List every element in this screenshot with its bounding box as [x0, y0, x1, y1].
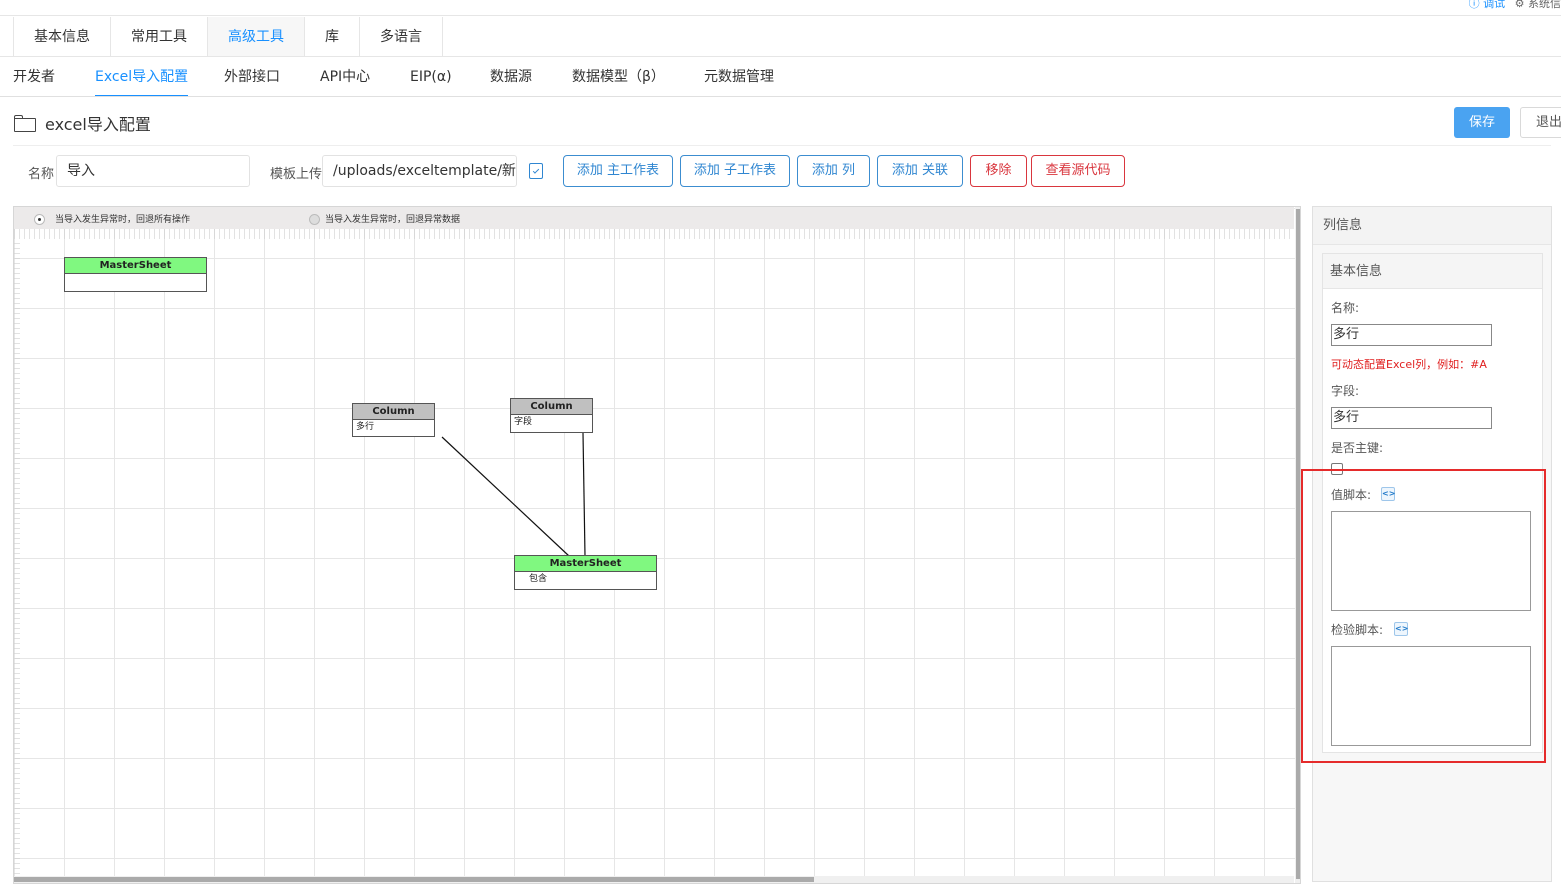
exit-button[interactable]: 退出 — [1520, 107, 1561, 138]
view-source-button[interactable]: 查看源代码 — [1031, 155, 1125, 187]
name-label: 名称 — [28, 167, 55, 182]
tab-multilang[interactable]: 多语言 — [360, 17, 443, 57]
add-main-sheet-button[interactable]: 添加 主工作表 — [563, 155, 673, 187]
node-body: 多行 — [356, 422, 375, 432]
tab-external-api[interactable]: 外部接口 — [224, 57, 280, 97]
subtabs-divider — [0, 96, 1561, 97]
tab-advanced-tools[interactable]: 高级工具 — [208, 17, 305, 57]
name-field-label: 名称: — [1331, 301, 1360, 315]
page-header: excel导入配置 — [14, 108, 151, 138]
folder-icon — [14, 115, 36, 132]
node-body: 字段 — [514, 417, 533, 427]
primary-tabs: 基本信息 常用工具 高级工具 库 多语言 — [13, 17, 443, 57]
relation-lines — [441, 432, 586, 557]
design-canvas[interactable]: 当导入发生异常时，回退所有操作 当导入发生异常时，回退异常数据 MasterSh… — [13, 206, 1301, 884]
save-button[interactable]: 保存 — [1454, 107, 1510, 138]
tab-excel-import[interactable]: Excel导入配置 — [95, 57, 189, 97]
debug-link[interactable]: ⓘ 调试 — [1469, 0, 1506, 10]
add-sub-sheet-button[interactable]: 添加 子工作表 — [680, 155, 790, 187]
tab-library[interactable]: 库 — [305, 17, 360, 57]
horizontal-scrollbar[interactable] — [14, 876, 1294, 883]
panel-title: 列信息 — [1313, 207, 1551, 245]
add-column-button[interactable]: 添加 列 — [797, 155, 870, 187]
field-input[interactable]: 多行 — [1331, 407, 1492, 429]
master-sheet-node[interactable]: MasterSheet 包含 — [514, 555, 657, 590]
system-link[interactable]: ⚙ 系统信 — [1515, 0, 1561, 10]
node-title: Column — [511, 399, 592, 415]
tab-common-tools[interactable]: 常用工具 — [111, 17, 208, 57]
page-title: excel导入配置 — [45, 115, 151, 134]
template-path-input[interactable]: /uploads/exceltemplate/新建 — [322, 155, 517, 187]
top-right-links: ⓘ 调试 ⚙ 系统信 — [1463, 0, 1561, 11]
column-node[interactable]: Column 字段 — [510, 398, 593, 433]
tab-eip[interactable]: EIP(α) — [410, 57, 452, 97]
remove-button[interactable]: 移除 — [970, 155, 1027, 187]
relation-line — [441, 436, 570, 557]
column-node[interactable]: Column 多行 — [352, 403, 435, 437]
section-title: 基本信息 — [1323, 254, 1542, 289]
tab-basic-info[interactable]: 基本信息 — [14, 17, 111, 57]
tab-metadata[interactable]: 元数据管理 — [704, 57, 774, 97]
add-relation-button[interactable]: 添加 关联 — [877, 155, 963, 187]
name-input[interactable]: 导入 — [56, 155, 250, 187]
field-label: 字段: — [1331, 384, 1360, 398]
tab-developer[interactable]: 开发者 — [13, 57, 55, 97]
scroll-thumb[interactable] — [14, 877, 814, 882]
upload-icon[interactable] — [529, 163, 543, 179]
top-bar: ⓘ 调试 ⚙ 系统信 — [0, 0, 1561, 16]
master-sheet-node[interactable]: MasterSheet — [64, 257, 207, 292]
node-title: Column — [353, 404, 434, 420]
node-body: 包含 — [529, 574, 548, 584]
tab-data-model[interactable]: 数据模型（β） — [572, 57, 665, 97]
node-title: MasterSheet — [515, 556, 656, 572]
tab-api-center[interactable]: API中心 — [320, 57, 370, 97]
node-title: MasterSheet — [65, 258, 206, 274]
relation-line — [582, 432, 586, 557]
column-name-input[interactable]: 多行 — [1331, 324, 1492, 346]
highlight-box — [1301, 469, 1546, 763]
tab-datasource[interactable]: 数据源 — [490, 57, 532, 97]
primary-key-label: 是否主键: — [1331, 441, 1384, 455]
template-label: 模板上传 — [270, 167, 323, 182]
name-hint: 可动态配置Excel列，例如：#A — [1331, 358, 1487, 371]
